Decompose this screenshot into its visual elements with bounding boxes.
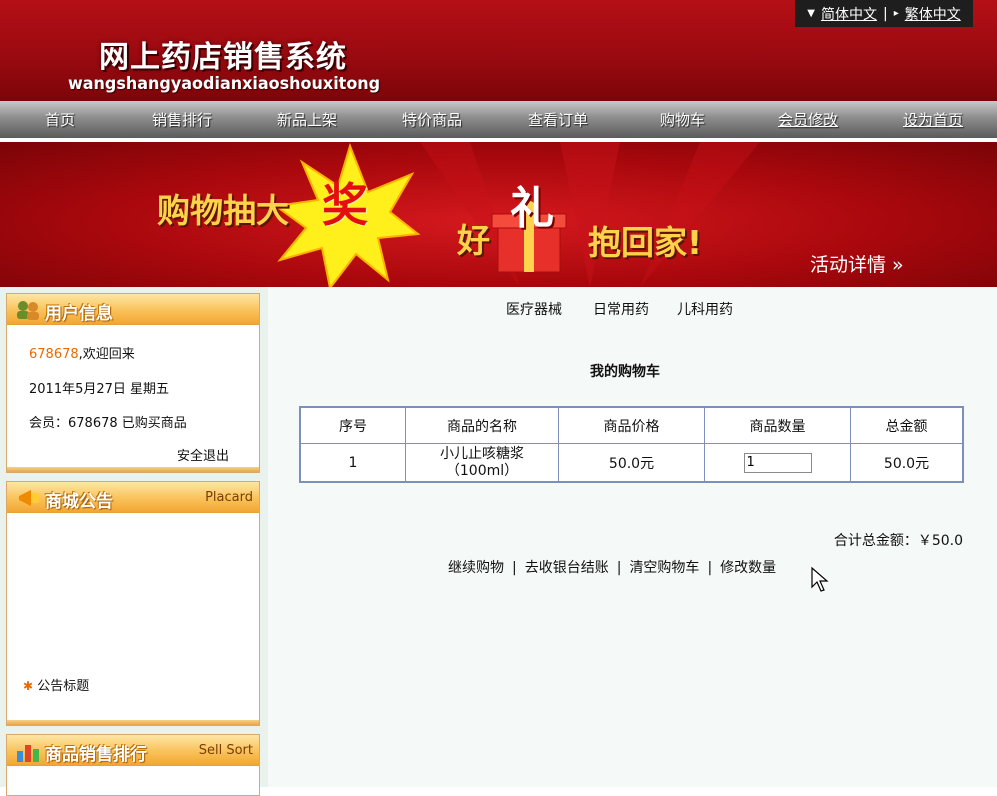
- member-info: 会员：678678 已购买商品: [29, 416, 187, 431]
- bullet-star-icon: ✱: [23, 679, 34, 693]
- welcome-text: ,欢迎回来: [78, 347, 135, 362]
- nav-shopping-cart[interactable]: 购物车: [660, 109, 705, 130]
- row-no: 1: [299, 443, 406, 483]
- nav-new-products[interactable]: 新品上架: [277, 109, 337, 130]
- product-spec: （100ml）: [445, 462, 519, 479]
- separator: |: [512, 560, 517, 576]
- mouse-cursor-icon: [811, 567, 829, 592]
- user-info-header: 用户信息: [7, 294, 259, 325]
- lang-simplified-link[interactable]: 简体中文: [821, 4, 877, 24]
- current-date: 2011年5月27日 星期五: [29, 382, 170, 397]
- banner-headline-2b: 抱回家!: [588, 223, 703, 262]
- caret-down-icon: ▼: [807, 8, 815, 19]
- panel-footer: [7, 467, 259, 472]
- sales-ranking-subtitle: Sell Sort: [198, 743, 253, 758]
- category-daily-medicine[interactable]: 日常用药: [593, 299, 649, 319]
- cart-actions: 继续购物 | 去收银台结账 | 清空购物车 | 修改数量: [448, 557, 776, 577]
- row-total: 50.0元: [850, 443, 964, 483]
- placard-item-title: 公告标题: [37, 679, 90, 694]
- separator: |: [707, 560, 713, 576]
- placard-header: 商城公告 Placard: [7, 482, 259, 513]
- logout-link[interactable]: 安全退出: [177, 445, 229, 464]
- username: 678678: [29, 347, 79, 362]
- main-nav: 首页 销售排行 新品上架 特价商品 查看订单 购物车 会员修改 设为首页: [0, 101, 997, 139]
- sidebar: 用户信息 678678,欢迎回来 2011年5月27日 星期五 会员：67867…: [0, 287, 268, 796]
- col-qty: 商品数量: [704, 406, 851, 444]
- cart-grand-total: 合计总金额：￥50.0: [833, 533, 963, 549]
- placard-item[interactable]: ✱ 公告标题: [23, 675, 89, 694]
- nav-sales-ranking[interactable]: 销售排行: [152, 109, 212, 130]
- cart-title: 我的购物车: [590, 364, 660, 380]
- row-price: 50.0元: [558, 443, 705, 483]
- nav-set-homepage[interactable]: 设为首页: [903, 109, 963, 130]
- bar-chart-icon: [17, 745, 39, 762]
- category-medical-devices[interactable]: 医疗器械: [506, 299, 562, 319]
- placard-subtitle: Placard: [205, 490, 253, 505]
- placard-title: 商城公告: [45, 492, 113, 512]
- product-name: 小儿止咳糖浆: [440, 445, 524, 462]
- table-header-row: 序号 商品的名称 商品价格 商品数量 总金额: [299, 406, 964, 444]
- promo-banner: 购物抽大 奖 好 礼 抱回家! 活动详情 »: [0, 142, 997, 287]
- table-row: 1 小儿止咳糖浆 （100ml） 50.0元 50.0元: [299, 443, 964, 483]
- col-total: 总金额: [850, 406, 964, 444]
- separator: |: [616, 560, 622, 576]
- quantity-input[interactable]: [743, 452, 812, 473]
- update-quantity-link[interactable]: 修改数量: [720, 560, 776, 576]
- nav-view-orders[interactable]: 查看订单: [528, 109, 588, 130]
- user-info-panel: 用户信息 678678,欢迎回来 2011年5月27日 星期五 会员：67867…: [6, 293, 260, 473]
- sales-ranking-title: 商品销售排行: [45, 745, 147, 765]
- site-title: 网上药店销售系统: [99, 40, 347, 75]
- users-icon: [17, 301, 39, 320]
- site-header: ▼ 简体中文 | ▸ 繁体中文 网上药店销售系统 wangshangyaodia…: [0, 0, 997, 101]
- row-name: 小儿止咳糖浆 （100ml）: [405, 443, 559, 483]
- cart-table: 序号 商品的名称 商品价格 商品数量 总金额 1 小儿止咳糖浆 （100ml） …: [299, 406, 964, 483]
- clear-cart-link[interactable]: 清空购物车: [629, 560, 699, 576]
- row-qty: [704, 443, 851, 483]
- main-content: 医疗器械 日常用药 儿科用药 我的购物车 序号 商品的名称 商品价格 商品数量 …: [268, 287, 997, 787]
- site-subtitle: wangshangyaodianxiaoshouxitong: [68, 74, 381, 94]
- welcome-line: 678678,欢迎回来: [29, 343, 135, 362]
- banner-headline-2a: 好: [457, 221, 490, 260]
- checkout-link[interactable]: 去收银台结账: [525, 560, 609, 576]
- lang-traditional-link[interactable]: 繁体中文: [905, 4, 961, 24]
- nav-special-offers[interactable]: 特价商品: [402, 109, 462, 130]
- panel-footer: [7, 720, 259, 725]
- banner-headline-1: 购物抽大: [157, 191, 289, 230]
- placard-panel: 商城公告 Placard ✱ 公告标题: [6, 481, 260, 726]
- caret-right-icon: ▸: [893, 8, 899, 19]
- lang-divider: |: [882, 5, 888, 22]
- language-switcher: ▼ 简体中文 | ▸ 繁体中文: [795, 0, 973, 27]
- banner-gift-char: 礼: [510, 183, 554, 234]
- col-price: 商品价格: [558, 406, 705, 444]
- continue-shopping-link[interactable]: 继续购物: [448, 560, 504, 576]
- col-no: 序号: [299, 406, 406, 444]
- sales-ranking-header: 商品销售排行 Sell Sort: [7, 735, 259, 766]
- col-name: 商品的名称: [405, 406, 559, 444]
- nav-member-edit[interactable]: 会员修改: [778, 109, 838, 130]
- nav-home[interactable]: 首页: [45, 109, 75, 130]
- user-info-title: 用户信息: [45, 304, 113, 324]
- category-pediatric-medicine[interactable]: 儿科用药: [677, 299, 733, 319]
- megaphone-icon: [19, 490, 39, 506]
- banner-details-link[interactable]: 活动详情 »: [810, 250, 904, 277]
- banner-prize-char: 奖: [322, 178, 368, 232]
